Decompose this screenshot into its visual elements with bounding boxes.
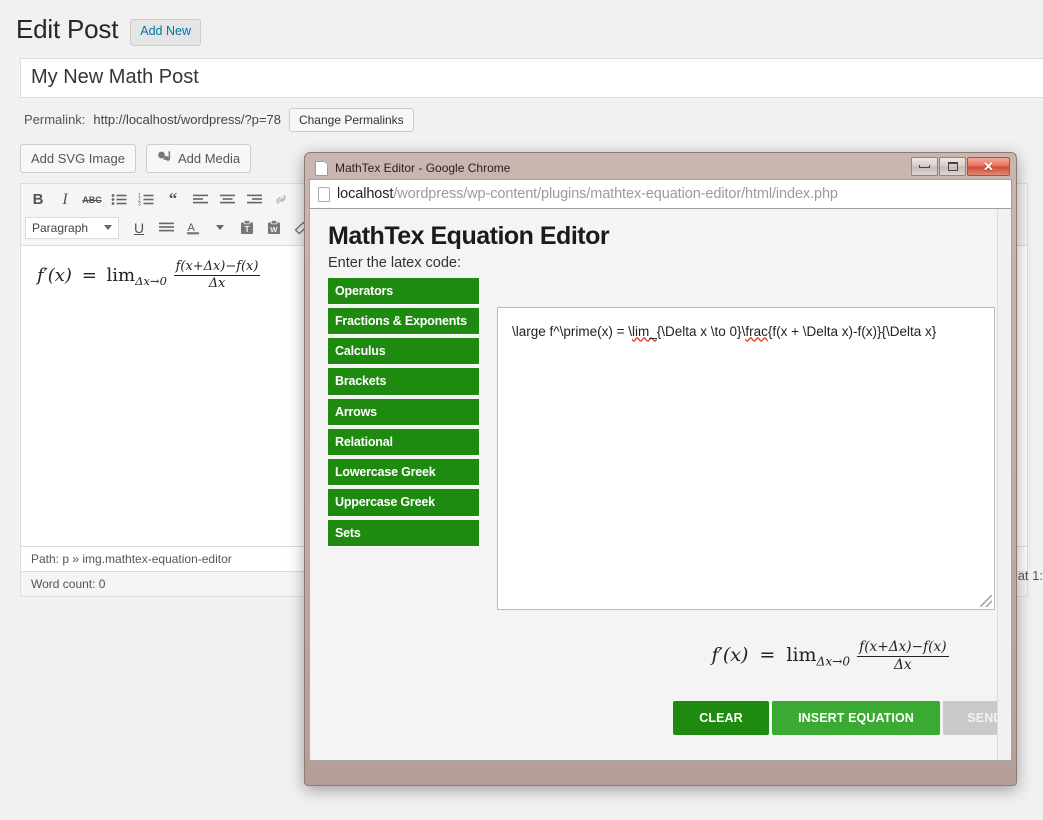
chrome-url-bar[interactable]: localhost/wordpress/wp-content/plugins/m… xyxy=(309,179,1012,209)
text-color-button[interactable]: A xyxy=(180,216,206,240)
symbol-category-list: Operators Fractions & Exponents Calculus… xyxy=(328,277,479,736)
chrome-window-title: MathTex Editor - Google Chrome xyxy=(335,161,511,175)
clear-button[interactable]: CLEAR xyxy=(673,701,769,736)
window-controls: ✕ xyxy=(911,157,1010,176)
add-new-button[interactable]: Add New xyxy=(130,19,201,46)
align-center-button[interactable] xyxy=(214,188,240,212)
align-right-button[interactable] xyxy=(241,188,267,212)
page-header: Edit Post Add New xyxy=(0,0,1043,46)
media-icon xyxy=(157,150,172,167)
chevron-down-icon xyxy=(104,225,112,230)
latex-editor-column: << History >> \large f^\prime(x) = \lim_… xyxy=(497,278,1011,736)
align-justify-button[interactable] xyxy=(153,216,179,240)
format-select-value: Paragraph xyxy=(32,220,89,235)
chrome-page-viewport: MathTex Equation Editor Enter the latex … xyxy=(309,209,1012,761)
category-lowercase-greek[interactable]: Lowercase Greek xyxy=(328,459,479,487)
action-button-row: CLEAR INSERT EQUATION SEND TO WOLFRAM AL… xyxy=(673,701,1011,736)
format-select[interactable]: Paragraph xyxy=(25,216,119,239)
history-bar: << History >> xyxy=(497,278,1011,300)
category-relational[interactable]: Relational xyxy=(328,428,479,456)
add-media-label: Add Media xyxy=(177,150,241,166)
permalink-row: Permalink: http://localhost/wordpress/?p… xyxy=(24,107,1043,132)
editor-equation-image[interactable]: f′(x) = limΔx→0 f(x+Δx)−f(x) Δx xyxy=(37,259,261,291)
latex-misspelled-lim: lim_ xyxy=(632,323,657,339)
paste-from-word-button[interactable]: W xyxy=(261,216,287,240)
page-document-icon xyxy=(315,160,328,176)
mathtex-subtitle: Enter the latex code: xyxy=(328,254,461,271)
add-svg-image-label: Add SVG Image xyxy=(31,150,125,166)
viewport-scrollbar[interactable] xyxy=(997,209,1011,760)
equation-numerator: f(x+Δx)−f(x) xyxy=(173,259,261,276)
page-info-icon[interactable] xyxy=(318,186,330,202)
url-path: /wordpress/wp-content/plugins/mathtex-eq… xyxy=(393,186,838,202)
italic-button[interactable]: I xyxy=(52,188,78,212)
equation-fraction: f(x+Δx)−f(x) Δx xyxy=(173,259,261,292)
category-operators[interactable]: Operators xyxy=(328,277,479,305)
change-permalinks-button[interactable]: Change Permalinks xyxy=(288,107,414,132)
svg-text:W: W xyxy=(270,225,278,234)
latex-code-textarea[interactable]: \large f^\prime(x) = \lim_{\Delta x \to … xyxy=(497,306,995,610)
publish-date-partial: at 1: xyxy=(1017,568,1043,583)
post-title-input[interactable]: My New Math Post xyxy=(20,57,1043,98)
mathtex-heading: MathTex Equation Editor xyxy=(328,222,610,250)
mathtex-app: MathTex Equation Editor Enter the latex … xyxy=(310,209,1011,736)
url-host: localhost xyxy=(337,186,394,202)
close-button[interactable]: ✕ xyxy=(967,157,1010,176)
insert-equation-button[interactable]: INSERT EQUATION xyxy=(772,701,940,736)
preview-equation-image: f′(x) = limΔx→0 f(x+Δx)−f(x) Δx xyxy=(711,639,949,673)
preview-fraction: f(x+Δx)−f(x) Δx xyxy=(857,639,949,674)
numbered-list-button[interactable]: 123 xyxy=(133,188,159,212)
category-arrows[interactable]: Arrows xyxy=(328,398,479,426)
category-fractions-exponents[interactable]: Fractions & Exponents xyxy=(328,307,479,335)
equation-equals: = xyxy=(81,264,97,286)
category-uppercase-greek[interactable]: Uppercase Greek xyxy=(328,489,479,517)
category-sets[interactable]: Sets xyxy=(328,519,479,547)
blockquote-button[interactable]: “ xyxy=(160,188,186,212)
preview-numerator: f(x+Δx)−f(x) xyxy=(857,639,949,657)
preview-denominator: Δx xyxy=(894,656,912,673)
post-title-value: My New Math Post xyxy=(31,66,199,88)
maximize-button[interactable] xyxy=(939,157,966,176)
equation-preview: f′(x) = limΔx→0 f(x+Δx)−f(x) Δx xyxy=(497,639,1011,674)
equation-lhs: f′(x) xyxy=(37,264,72,286)
preview-equals: = xyxy=(759,644,776,667)
equation-denominator: Δx xyxy=(208,276,226,291)
underline-button[interactable]: U xyxy=(126,216,152,240)
equation-lim-sub: Δx→0 xyxy=(135,273,167,288)
svg-text:T: T xyxy=(245,225,250,234)
align-left-button[interactable] xyxy=(187,188,213,212)
latex-part-1: \large f^\prime(x) = \ xyxy=(512,323,632,339)
url-text: localhost/wordpress/wp-content/plugins/m… xyxy=(337,186,838,202)
maximize-icon xyxy=(947,162,958,171)
mathtex-main-area: Operators Fractions & Exponents Calculus… xyxy=(328,277,1011,736)
chrome-titlebar[interactable]: MathTex Editor - Google Chrome ✕ xyxy=(309,157,1012,179)
strikethrough-button[interactable]: ABC xyxy=(79,188,105,212)
svg-text:3: 3 xyxy=(138,202,141,206)
bullet-list-button[interactable] xyxy=(106,188,132,212)
category-calculus[interactable]: Calculus xyxy=(328,338,479,366)
textarea-resize-grip[interactable] xyxy=(980,594,992,607)
minimize-button[interactable] xyxy=(911,157,938,176)
preview-lim: lim xyxy=(786,644,817,667)
minimize-icon xyxy=(919,165,930,168)
equation-lim: lim xyxy=(106,264,136,286)
preview-lim-sub: Δx→0 xyxy=(816,654,851,669)
permalink-label: Permalink: xyxy=(24,112,86,127)
permalink-url[interactable]: http://localhost/wordpress/?p=78 xyxy=(93,112,281,127)
chrome-browser-window[interactable]: MathTex Editor - Google Chrome ✕ localho… xyxy=(304,152,1017,786)
latex-part-2: {\Delta x \to 0}\ xyxy=(656,323,746,339)
add-svg-image-button[interactable]: Add SVG Image xyxy=(20,143,136,173)
close-icon: ✕ xyxy=(983,159,994,174)
page-title: Edit Post xyxy=(16,14,119,45)
text-color-dropdown[interactable] xyxy=(207,216,233,240)
insert-link-button[interactable] xyxy=(268,188,294,212)
latex-part-3: {f(x + \Delta x)-f(x)}{\Delta x} xyxy=(767,323,937,339)
preview-lhs: f′(x) xyxy=(711,644,749,667)
svg-text:A: A xyxy=(188,222,196,234)
bold-button[interactable]: B xyxy=(25,188,51,212)
category-brackets[interactable]: Brackets xyxy=(328,368,479,396)
latex-misspelled-frac: frac xyxy=(745,323,768,339)
paste-as-text-button[interactable]: T xyxy=(234,216,260,240)
add-media-button[interactable]: Add Media xyxy=(145,143,252,173)
